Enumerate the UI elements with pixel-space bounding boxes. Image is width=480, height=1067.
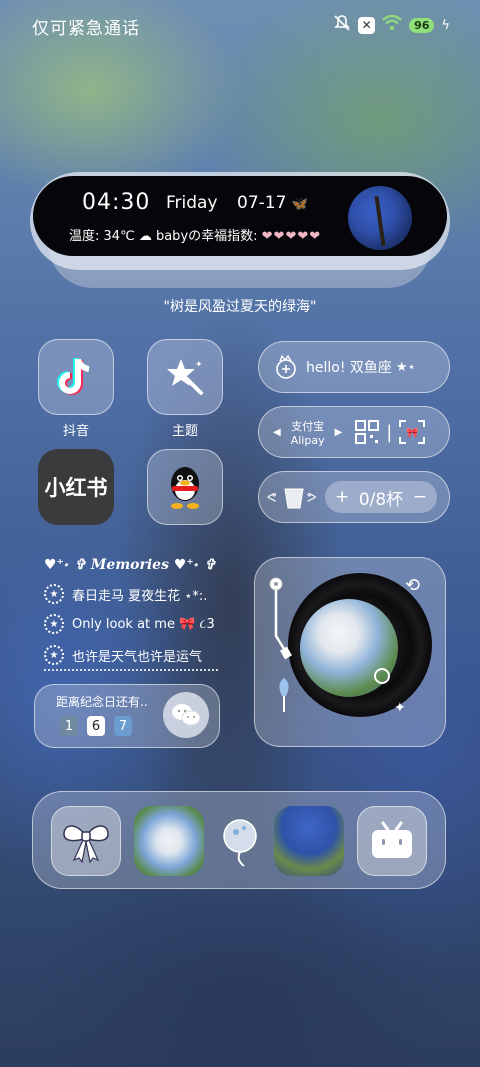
next-arrow-icon[interactable]: ▶ (335, 427, 343, 438)
tree-photo-icon[interactable] (274, 806, 344, 876)
star-icon: ★⋆ (395, 359, 416, 375)
countdown-digit: 1 (60, 716, 78, 736)
alipay-widget[interactable]: ◀ 支付宝 Alipay ▶ | 🎀 (258, 406, 450, 458)
app-label-douyin: 抖音 (62, 424, 89, 439)
clock-time: 04:30 (82, 190, 151, 215)
qrcode-icon[interactable] (354, 419, 380, 445)
theme-icon: ✦ (167, 359, 203, 395)
battery-icon: 96 (409, 17, 435, 33)
xiaohongshu-icon: 小红书 (44, 476, 108, 500)
water-counter: + 0/8杯 − (325, 481, 437, 513)
theme-app[interactable]: ✦ (147, 339, 223, 415)
svg-text:ᕙ: ᕙ (267, 491, 276, 506)
hearts: ❤❤❤❤❤ (261, 229, 322, 244)
qq-icon (171, 467, 199, 509)
wifi-icon (382, 14, 402, 35)
sparkle-icon: ✦ (394, 700, 406, 716)
water-widget[interactable]: ᕙ ᕗ + 0/8杯 − (258, 471, 450, 523)
scan-icon[interactable]: 🎀 (398, 419, 426, 445)
hello-widget[interactable]: hello! 双鱼座 ★⋆ (258, 341, 450, 393)
countdown-digits: 1 6 7 (60, 716, 132, 736)
countdown-digit: 6 (87, 716, 105, 736)
countdown-label: 距离纪念日还有.. (56, 695, 148, 709)
memories-item: ★ 春日走马 夏夜生花 ⋆*:. (44, 584, 207, 604)
bow-icon (63, 825, 109, 864)
cup-icon: ᕙ ᕗ (267, 488, 316, 509)
alipay-separator: | (386, 421, 393, 443)
svg-text:✦: ✦ (195, 360, 203, 370)
camera-plus-icon (276, 354, 296, 379)
blue-tree-photo[interactable] (348, 186, 412, 250)
clock-date: 07-17 🦋 (237, 193, 308, 213)
memories-item: ★ Only look at me 🎀 ૮3 (44, 614, 215, 634)
quote-text: "树是风盈过夏天的绿海" (163, 299, 317, 315)
divider (44, 669, 218, 671)
bilibili-app[interactable] (357, 806, 427, 876)
sim-off-icon: ✕ (358, 16, 376, 34)
countdown-digit: 7 (114, 716, 132, 736)
hello-text: hello! 双鱼座 (306, 360, 392, 376)
app-label-theme: 主题 (171, 424, 198, 439)
wechat-button[interactable] (163, 692, 209, 738)
douyin-icon (57, 358, 90, 395)
water-count: 0/8杯 (358, 489, 404, 510)
wechat-icon (172, 704, 201, 726)
alipay-label: 支付宝 Alipay (290, 419, 325, 447)
qq-app[interactable] (147, 449, 223, 525)
butterfly-icon: 🦋 (291, 197, 308, 212)
repeat-icon[interactable]: ⟲ (405, 575, 420, 596)
tonearm-icon (269, 577, 292, 712)
star-bullet-icon: ★ (44, 584, 64, 604)
xiaohongshu-app[interactable]: 小红书 (38, 449, 114, 525)
spiral-icon (374, 668, 390, 684)
decor-icon (223, 819, 257, 867)
flower-photo-icon[interactable] (134, 806, 204, 876)
prev-arrow-icon[interactable]: ◀ (273, 427, 281, 438)
star-bullet-icon: ★ (44, 645, 64, 665)
memories-title: ♥⁺˖ ✞ Memories ♥⁺˖ ✞ (44, 557, 216, 573)
clock-day: Friday (166, 193, 218, 213)
bilibili-icon (372, 821, 412, 858)
mute-icon (333, 14, 351, 36)
douyin-app[interactable] (38, 339, 114, 415)
svg-text:🎀: 🎀 (406, 427, 418, 439)
cloud-icon: ☁ (138, 229, 152, 244)
memories-item: ★ 也许是天气也许是运气 (44, 645, 202, 665)
svg-text:ᕗ: ᕗ (307, 491, 316, 506)
weather-row: 温度: 34℃ ☁ babyの幸福指数: ❤❤❤❤❤ (69, 229, 322, 244)
charging-icon: ϟ (441, 17, 450, 33)
status-carrier-text: 仅可紧急通话 (32, 19, 140, 39)
water-plus-button[interactable]: + (335, 487, 349, 507)
bow-app[interactable] (51, 806, 121, 876)
status-icons: ✕ 96 ϟ (333, 14, 450, 36)
star-bullet-icon: ★ (44, 614, 64, 634)
water-minus-button[interactable]: − (413, 487, 427, 507)
